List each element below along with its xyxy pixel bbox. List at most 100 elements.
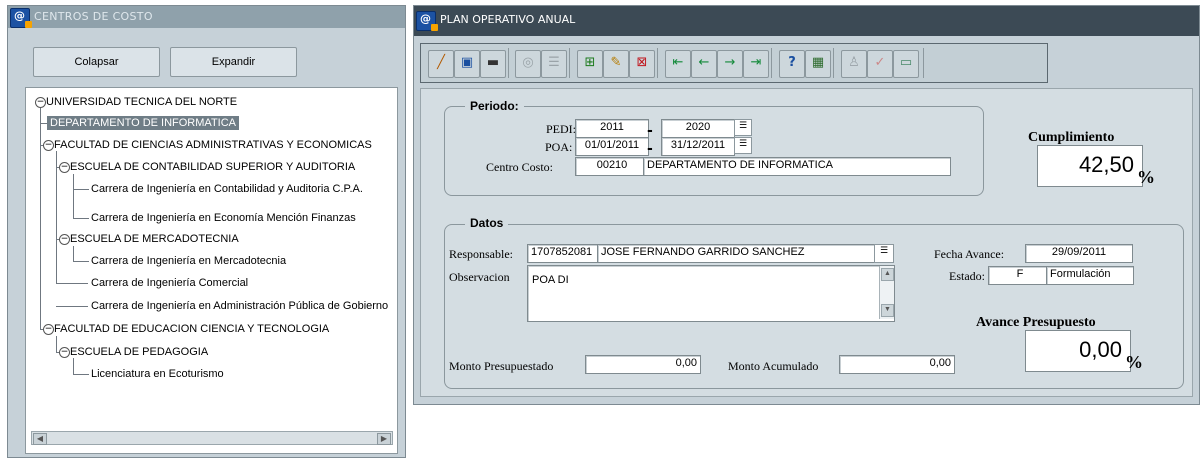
estado-name-field[interactable]: Formulación — [1046, 266, 1134, 285]
monto-presupuestado-field[interactable]: 0,00 — [585, 355, 701, 374]
insert-record-icon[interactable]: ⊞ — [577, 50, 603, 78]
search-icon[interactable]: ◎ — [515, 50, 541, 78]
tree-node[interactable]: Carrera de Ingeniería Comercial — [91, 276, 248, 290]
responsable-id-field[interactable]: 1707852081 — [527, 244, 605, 263]
collapse-node-icon[interactable]: − — [59, 162, 70, 173]
tree-node[interactable]: Carrera de Ingeniería en Mercadotecnia — [91, 254, 286, 268]
last-record-icon[interactable]: ⇥ — [743, 50, 769, 78]
monto-acumulado-label: Monto Acumulado — [728, 359, 819, 373]
window-icon[interactable]: ▭ — [893, 50, 919, 78]
form-content: Periodo: PEDI: 2011 - 2020 ☰ POA: 01/01/… — [420, 88, 1193, 397]
responsable-name-field[interactable]: JOSE FERNANDO GARRIDO SANCHEZ — [597, 244, 877, 263]
centro-costo-name-field[interactable]: DEPARTAMENTO DE INFORMATICA — [643, 157, 951, 176]
poa-from-field[interactable]: 01/01/2011 — [575, 137, 649, 156]
tree-node[interactable]: Licenciatura en Ecoturismo — [91, 367, 224, 381]
collapse-button[interactable]: Colapsar — [33, 47, 160, 77]
toolbar: ╱ ▣ ▬ ◎ ☰ ⊞ ✎ ⊠ ⇤ ← → ⇥ ? ▦ ♙ ✓ ▭ — [420, 43, 1048, 83]
centro-costo-label: Centro Costo: — [486, 160, 554, 174]
edit-record-icon[interactable]: ✎ — [603, 50, 629, 78]
tree-node[interactable]: FACULTAD DE CIENCIAS ADMINISTRATIVAS Y E… — [54, 138, 372, 152]
toolbar-separator — [569, 48, 570, 78]
avance-presupuesto-percent: % — [1125, 352, 1143, 372]
broom-icon[interactable]: ╱ — [428, 50, 454, 78]
collapse-node-icon[interactable]: − — [43, 140, 54, 151]
cost-centers-title-bar[interactable]: CENTROS DE COSTO — [8, 6, 405, 28]
user-icon[interactable]: ♙ — [841, 50, 867, 78]
scroll-down-icon[interactable]: ▼ — [881, 304, 894, 317]
scroll-left-icon[interactable]: ◀ — [33, 433, 47, 445]
check-icon[interactable]: ✓ — [867, 50, 893, 78]
cumplimiento-value: 42,50 — [1037, 145, 1143, 187]
observacion-textarea[interactable]: POA DI ▲ ▼ — [527, 265, 895, 322]
toolbar-separator — [771, 48, 772, 78]
tree-node[interactable]: UNIVERSIDAD TECNICA DEL NORTE — [46, 95, 237, 109]
toolbar-separator — [923, 48, 924, 78]
tree-node[interactable]: FACULTAD DE EDUCACION CIENCIA Y TECNOLOG… — [54, 322, 329, 336]
collapse-node-icon[interactable]: − — [59, 347, 70, 358]
previous-record-icon[interactable]: ← — [691, 50, 717, 78]
pedi-label: PEDI: — [546, 122, 576, 136]
expand-button[interactable]: Expandir — [170, 47, 297, 77]
tree-connector — [56, 151, 57, 284]
tree-connector — [73, 174, 74, 219]
tree-node-selected[interactable]: DEPARTAMENTO DE INFORMATICA — [47, 116, 239, 130]
collapse-node-icon[interactable]: − — [59, 234, 70, 245]
responsable-label: Responsable: — [449, 247, 513, 261]
poa-list-icon[interactable]: ☰ — [734, 137, 752, 154]
pedi-list-icon[interactable]: ☰ — [734, 119, 752, 136]
fecha-avance-field[interactable]: 29/09/2011 — [1025, 244, 1133, 263]
annual-plan-title-bar[interactable]: PLAN OPERATIVO ANUAL — [414, 6, 1199, 36]
window-title: PLAN OPERATIVO ANUAL — [440, 13, 576, 26]
tree-node[interactable]: ESCUELA DE MERCADOTECNIA — [70, 232, 239, 246]
tree-node[interactable]: Carrera de Ingeniería en Administración … — [91, 299, 397, 313]
tree-connector — [73, 358, 74, 374]
estado-label: Estado: — [949, 269, 985, 283]
periodo-group-label: Periodo: — [465, 99, 524, 113]
scroll-right-icon[interactable]: ▶ — [377, 433, 391, 445]
exit-icon[interactable]: ▦ — [805, 50, 831, 78]
pedi-from-field[interactable]: 2011 — [575, 119, 649, 138]
cost-centers-window: CENTROS DE COSTO Colapsar Expandir − − −… — [7, 5, 406, 458]
tree-connector — [73, 189, 89, 190]
window-title: CENTROS DE COSTO — [34, 10, 153, 23]
delete-record-icon[interactable]: ⊠ — [629, 50, 655, 78]
responsable-list-icon[interactable]: ☰ — [874, 244, 894, 263]
monto-acumulado-field[interactable]: 0,00 — [839, 355, 955, 374]
save-icon[interactable]: ▣ — [454, 50, 480, 78]
tree-connector — [40, 102, 41, 330]
horizontal-scrollbar[interactable]: ◀ ▶ — [31, 431, 393, 445]
cost-center-tree[interactable]: − − − − − − UNIVERSIDAD TECNICA DEL NORT… — [25, 87, 398, 454]
tree-node[interactable]: ESCUELA DE PEDAGOGIA — [70, 345, 208, 359]
datos-group-label: Datos — [465, 216, 509, 230]
tree-connector — [56, 306, 88, 307]
tree-connector — [73, 374, 89, 375]
tree-node[interactable]: ESCUELA DE CONTABILIDAD SUPERIOR Y AUDIT… — [70, 160, 355, 174]
toolbar-separator — [508, 48, 509, 78]
tree-node[interactable]: Carrera de Ingeniería en Economía Menció… — [91, 211, 356, 225]
tree-connector — [73, 246, 74, 261]
next-record-icon[interactable]: → — [717, 50, 743, 78]
centro-costo-code-field[interactable]: 00210 — [575, 157, 649, 176]
toolbar-separator — [833, 48, 834, 78]
first-record-icon[interactable]: ⇤ — [665, 50, 691, 78]
tree-node[interactable]: Carrera de Ingeniería en Contabilidad y … — [91, 182, 363, 196]
cumplimiento-label: Cumplimiento — [1028, 130, 1115, 145]
cumplimiento-percent: % — [1137, 167, 1155, 187]
tree-connector — [73, 218, 89, 219]
estado-code-field[interactable]: F — [988, 266, 1052, 285]
range-dash: - — [647, 141, 653, 157]
scroll-up-icon[interactable]: ▲ — [881, 268, 894, 281]
collapse-node-icon[interactable]: − — [43, 324, 54, 335]
fecha-avance-label: Fecha Avance: — [934, 247, 1005, 261]
tree-connector — [73, 261, 89, 262]
observacion-text: POA DI — [532, 274, 569, 286]
poa-to-field[interactable]: 31/12/2011 — [661, 137, 735, 156]
help-icon[interactable]: ? — [779, 50, 805, 78]
collapse-node-icon[interactable]: − — [35, 97, 46, 108]
pedi-to-field[interactable]: 2020 — [661, 119, 735, 138]
list-icon[interactable]: ☰ — [541, 50, 567, 78]
monto-presupuestado-label: Monto Presupuestado — [449, 359, 554, 373]
observacion-scrollbar[interactable]: ▲ ▼ — [879, 266, 894, 319]
print-icon[interactable]: ▬ — [480, 50, 506, 78]
tree-connector — [56, 336, 57, 352]
